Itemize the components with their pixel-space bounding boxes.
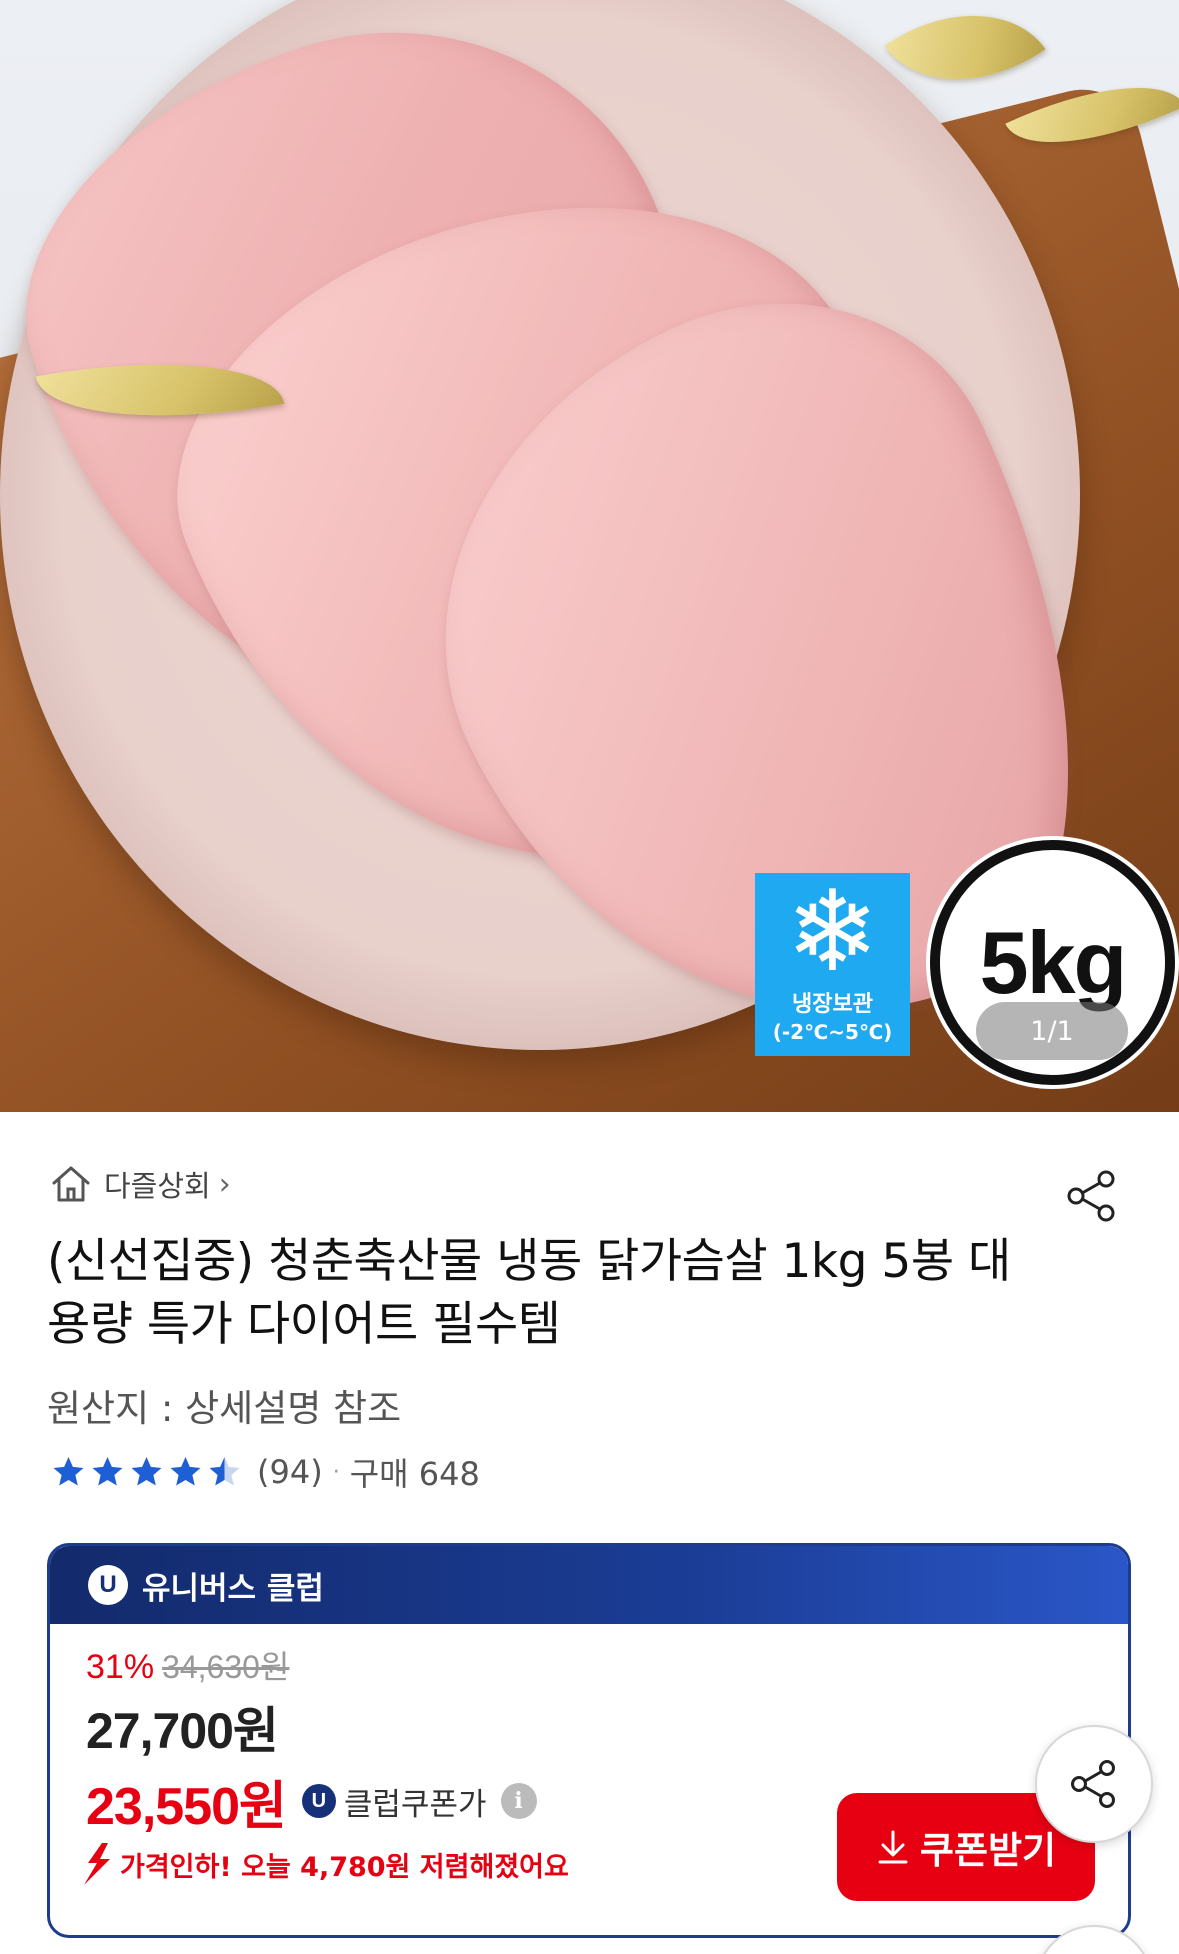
seller-link[interactable]: 다즐상회 › (50, 1162, 231, 1206)
home-icon (52, 1166, 90, 1202)
discount-rate: 31% (86, 1648, 155, 1686)
original-price: 34,630원 (162, 1649, 290, 1685)
share-icon (1071, 1760, 1115, 1808)
product-image[interactable]: ❄ 냉장보관 (-2℃~5℃) 5kg 1/1 (0, 0, 1179, 1112)
separator: · (332, 1459, 340, 1485)
storage-label: 냉장보관 (792, 992, 873, 1017)
product-title: (신선집중) 청춘축산물 냉동 닭가슴살 1kg 5봉 대용량 특가 다이어트 … (47, 1234, 1011, 1352)
price-drop-message: 가격인하! 오늘 4,780원 저렴해졌어요 (120, 1851, 569, 1883)
snowflake-icon: ❄ (785, 867, 880, 997)
get-coupon-label: 쿠폰받기 (919, 1829, 1057, 1872)
star-rating (50, 1454, 245, 1490)
coupon-price-label: 클럽쿠폰가 (343, 1786, 487, 1823)
purchase-count: 구매 648 (349, 1455, 480, 1493)
star-icon (92, 1457, 123, 1486)
sale-price: 27,700원 (86, 1703, 279, 1759)
weight-label: 5kg (979, 912, 1128, 1012)
rating-row[interactable]: (94) · 구매 648 (50, 1452, 480, 1493)
origin-info: 원산지 : 상세설명 참조 (47, 1387, 402, 1430)
half-star-icon (209, 1457, 240, 1486)
club-header: U 유니버스 클럽 (50, 1546, 1128, 1624)
share-icon[interactable] (1062, 1166, 1122, 1226)
universe-club-icon: U (88, 1565, 128, 1605)
star-icon (53, 1457, 84, 1486)
star-icon (131, 1457, 162, 1486)
image-page-counter: 1/1 (976, 1002, 1128, 1060)
chevron-right-icon: › (218, 1166, 231, 1202)
download-icon (878, 1830, 908, 1864)
storage-temp: (-2℃~5℃) (772, 1020, 893, 1044)
price-drop-arrow-icon (84, 1843, 110, 1885)
star-icon (170, 1457, 201, 1486)
info-icon[interactable]: i (500, 1783, 537, 1819)
club-label: 유니버스 클럽 (142, 1570, 324, 1607)
universe-club-icon: U (301, 1784, 336, 1818)
storage-badge: ❄ 냉장보관 (-2℃~5℃) (755, 873, 910, 1056)
seller-name: 다즐상회 (104, 1169, 211, 1203)
floating-share-button[interactable] (1035, 1725, 1153, 1843)
coupon-price: 23,550원 (86, 1777, 287, 1836)
review-count: (94) (257, 1453, 323, 1491)
